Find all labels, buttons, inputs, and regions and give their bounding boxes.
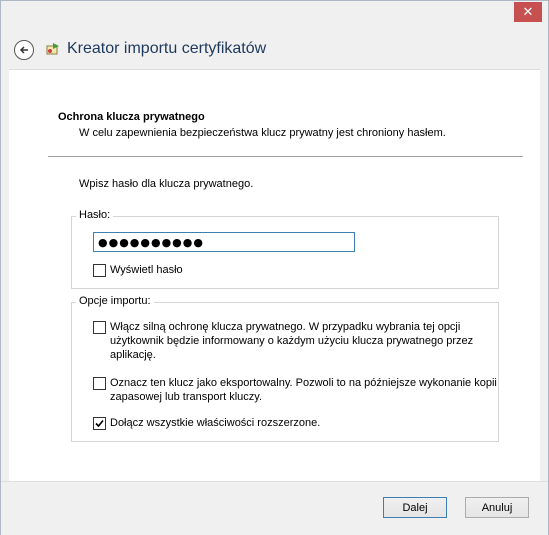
import-option-exportable[interactable]: Oznacz ten klucz jako eksportowalny. Poz… — [93, 376, 497, 404]
import-option-strong-protection[interactable]: Włącz silną ochronę klucza prywatnego. W… — [93, 320, 473, 362]
certificate-wizard-icon — [46, 43, 59, 55]
import-option-extended-properties[interactable]: Dołącz wszystkie właściwości rozszerzone… — [93, 416, 320, 430]
title-bar: ✕ — [1, 1, 548, 31]
password-group: Hasło: — [71, 209, 499, 289]
password-group-legend: Hasło: — [76, 209, 114, 221]
exportable-label: Oznacz ten klucz jako eksportowalny. Poz… — [110, 377, 497, 403]
password-input[interactable]: ●●●●●●●●●● — [93, 232, 355, 252]
wizard-header: Kreator importu certyfikatów — [1, 31, 548, 69]
password-prompt: Wpisz hasło dla klucza prywatnego. — [79, 178, 254, 190]
section-title: Ochrona klucza prywatnego — [58, 111, 205, 123]
extended-properties-checkbox[interactable] — [93, 417, 106, 430]
exportable-checkbox[interactable] — [93, 377, 106, 390]
check-icon — [95, 419, 104, 428]
next-button[interactable]: Dalej — [383, 497, 447, 518]
separator — [48, 156, 523, 157]
section-description: W celu zapewnienia bezpieczeństwa klucz … — [79, 127, 446, 139]
strong-protection-checkbox[interactable] — [93, 321, 106, 334]
extended-properties-label: Dołącz wszystkie właściwości rozszerzone… — [110, 417, 321, 429]
import-options-legend: Opcje importu: — [76, 295, 154, 307]
close-button[interactable]: ✕ — [514, 2, 542, 22]
show-password-label: Wyświetl hasło — [110, 264, 183, 276]
wizard-window: ✕ Kreator importu certyfikatów Ochrona k… — [0, 0, 549, 535]
cancel-button[interactable]: Anuluj — [465, 497, 529, 518]
wizard-content: Ochrona klucza prywatnego W celu zapewni… — [9, 69, 540, 482]
strong-protection-label: Włącz silną ochronę klucza prywatnego. W… — [110, 321, 474, 361]
back-arrow-icon[interactable] — [14, 40, 34, 60]
wizard-footer: Dalej Anuluj — [1, 481, 548, 535]
show-password-checkbox[interactable] — [93, 264, 106, 277]
show-password-row[interactable]: Wyświetl hasło — [93, 263, 183, 277]
wizard-title: Kreator importu certyfikatów — [67, 40, 267, 57]
